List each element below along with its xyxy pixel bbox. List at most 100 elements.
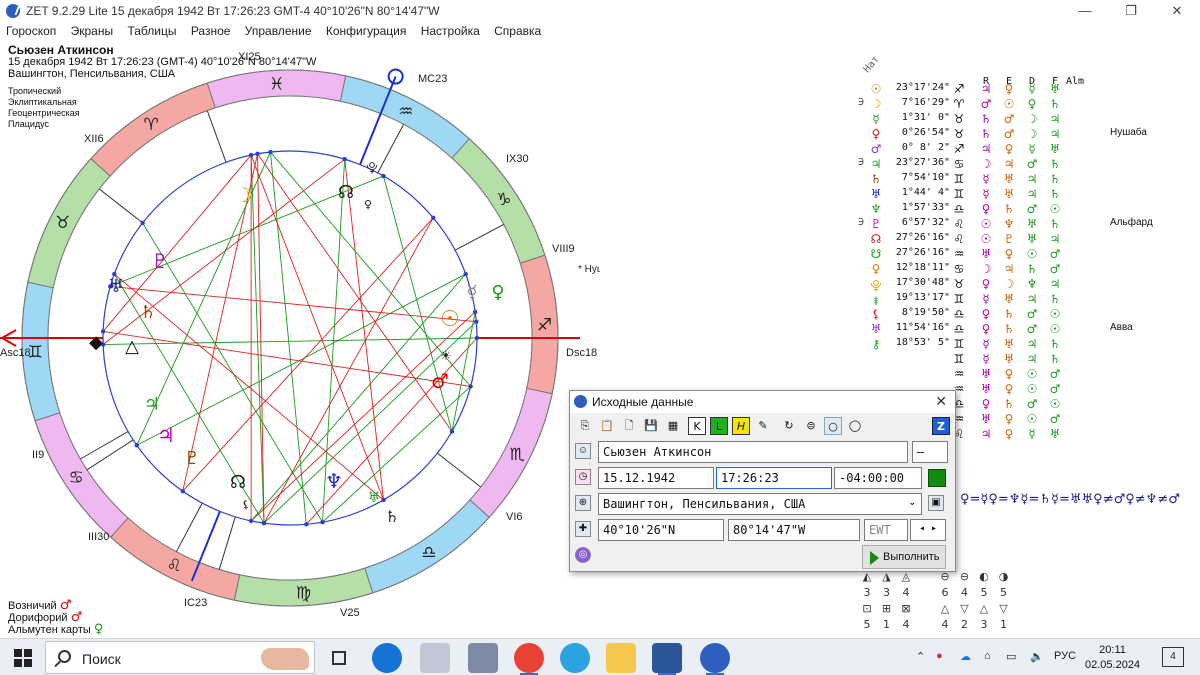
- telegram-icon[interactable]: [560, 643, 590, 673]
- date-field[interactable]: 15.12.1942: [598, 467, 714, 489]
- file-explorer-icon[interactable]: [606, 643, 636, 673]
- dialog-close-button[interactable]: ✕: [935, 393, 947, 410]
- detriment-glyph-icon: ♂: [1026, 157, 1038, 171]
- planet-degree: 1°31' 0": [901, 112, 950, 123]
- ruler-label: Возничий: [8, 600, 57, 612]
- element-symbol-icon: ⊠: [901, 602, 911, 615]
- person-name: Сьюзен Аткинсон: [8, 43, 114, 57]
- planet-glyph-icon: ♄: [870, 172, 882, 186]
- clock[interactable]: 20:11 02.05.2024: [1085, 643, 1140, 673]
- windows-start-icon[interactable]: [14, 649, 32, 667]
- ruler-glyph-icon: ☽: [980, 262, 992, 276]
- astro-icon[interactable]: ◎: [575, 547, 591, 563]
- name-field[interactable]: Сьюзен Аткинсон: [598, 441, 908, 463]
- app-icon[interactable]: [468, 643, 498, 673]
- menu-horoscope[interactable]: Гороскоп: [0, 22, 61, 38]
- planet-degree: 12°18'11": [895, 262, 950, 273]
- zet-taskbar-icon[interactable]: [700, 643, 730, 675]
- circle-icon[interactable]: ◯: [846, 417, 864, 435]
- timezone-field[interactable]: -04:00:00: [834, 467, 922, 489]
- fall-glyph-icon: ♅: [1049, 427, 1061, 441]
- menu-control[interactable]: Управление: [239, 22, 317, 38]
- radio-icon[interactable]: ○: [824, 417, 842, 435]
- network-icon[interactable]: ⌂: [984, 650, 991, 662]
- save-icon[interactable]: 💾: [642, 417, 660, 435]
- place-field[interactable]: Вашингтон, Пенсильвания, США: [598, 493, 922, 515]
- element-count: 5: [1000, 586, 1007, 599]
- chevron-down-icon[interactable]: ⌄: [908, 497, 916, 508]
- h-button[interactable]: H: [732, 417, 750, 435]
- detriment-glyph-icon: ☉: [1026, 412, 1038, 426]
- volume-icon[interactable]: 🔈: [1030, 650, 1044, 663]
- security-icon[interactable]: ●: [936, 650, 943, 662]
- latitude-field[interactable]: 40°10'26"N: [598, 519, 724, 541]
- dialog-title: Исходные данные: [592, 395, 694, 409]
- menu-screens[interactable]: Экраны: [65, 22, 118, 38]
- gender-select[interactable]: –: [912, 441, 948, 463]
- menu-help[interactable]: Справка: [488, 22, 546, 38]
- exaltation-glyph-icon: ♀: [1004, 367, 1014, 381]
- chevron-up-icon[interactable]: ⌃: [916, 650, 925, 663]
- fall-glyph-icon: ♂: [1049, 382, 1061, 396]
- globe-icon[interactable]: ⊕: [575, 495, 591, 511]
- green-status-button[interactable]: [928, 469, 946, 487]
- planet-glyph-icon: ☋: [870, 247, 882, 261]
- chart-info: Сьюзен Аткинсон 15 декабря 1942 Вт 17:26…: [8, 44, 316, 130]
- exaltation-glyph-icon: ♅: [1003, 292, 1015, 306]
- l-button[interactable]: L: [710, 417, 728, 435]
- stepper[interactable]: ◂ ▸: [910, 519, 946, 541]
- sign-glyph-icon: ♒: [953, 247, 965, 261]
- element-symbol-icon: ◑: [998, 570, 1009, 583]
- maximize-button[interactable]: ❐: [1108, 0, 1154, 22]
- detriment-glyph-icon: ♅: [1026, 232, 1038, 246]
- copy-icon[interactable]: ⎘: [576, 417, 594, 435]
- planet-glyph-icon: ♀: [491, 282, 504, 303]
- new-icon[interactable]: 🗋: [620, 417, 638, 435]
- time-field[interactable]: 17:26:23: [716, 467, 832, 489]
- paste-icon[interactable]: 📋: [598, 417, 616, 435]
- ewt-field[interactable]: EWT: [864, 519, 908, 541]
- ruler-glyph-icon: ☉: [980, 217, 992, 231]
- person-icon[interactable]: ☺: [575, 443, 591, 459]
- map-icon[interactable]: ▣: [928, 495, 944, 511]
- venus-icon: ♀: [93, 622, 104, 637]
- exaltation-glyph-icon: ♇: [1003, 232, 1015, 246]
- cloud-icon[interactable]: ☁: [960, 650, 971, 663]
- k-button[interactable]: K: [688, 417, 706, 435]
- calendar-icon[interactable]: ▦: [664, 417, 682, 435]
- taskbar-search[interactable]: Поиск: [45, 641, 315, 674]
- task-view-icon[interactable]: [324, 643, 354, 673]
- planet-glyph-icon: ♃: [870, 157, 882, 171]
- detriment-glyph-icon: ♂: [1026, 397, 1038, 411]
- coordinates-icon[interactable]: ✚: [575, 521, 591, 537]
- tools-icon[interactable]: ✎: [754, 417, 772, 435]
- menu-configuration[interactable]: Конфигурация: [320, 22, 412, 38]
- detriment-glyph-icon: ♂: [1026, 307, 1038, 321]
- rotate-icon[interactable]: ↻: [780, 417, 798, 435]
- ruler-glyph-icon: ♅: [980, 412, 992, 426]
- mars-icon: ♂: [59, 598, 72, 613]
- ruler-glyph-icon: ☿: [982, 187, 990, 201]
- execute-button[interactable]: Выполнить: [862, 545, 946, 569]
- header-alm: Alm: [1066, 76, 1085, 87]
- menu-settings[interactable]: Настройка: [415, 22, 485, 38]
- clock-icon[interactable]: ◷: [575, 469, 591, 485]
- battery-icon[interactable]: ▭: [1006, 650, 1016, 663]
- menu-misc[interactable]: Разное: [185, 22, 236, 38]
- chrome-icon[interactable]: [514, 643, 544, 675]
- network-app-icon[interactable]: [420, 643, 450, 673]
- z-button[interactable]: Z: [932, 417, 950, 435]
- edge-icon[interactable]: [372, 643, 402, 673]
- fall-glyph-icon: ♃: [1049, 127, 1061, 141]
- toggle-icon[interactable]: ⊜: [802, 417, 820, 435]
- minimize-button[interactable]: —: [1062, 0, 1108, 22]
- app-logo-icon: [6, 4, 20, 18]
- notifications-button[interactable]: 4: [1162, 647, 1184, 667]
- word-icon[interactable]: [652, 643, 682, 675]
- fixed-star-label: Альфард: [1110, 217, 1153, 228]
- menu-tables[interactable]: Таблицы: [121, 22, 181, 38]
- planet-glyph-icon: ⚸: [871, 307, 881, 321]
- close-button[interactable]: ✕: [1154, 0, 1200, 22]
- language-indicator[interactable]: РУС: [1054, 650, 1076, 662]
- longitude-field[interactable]: 80°14'47"W: [728, 519, 860, 541]
